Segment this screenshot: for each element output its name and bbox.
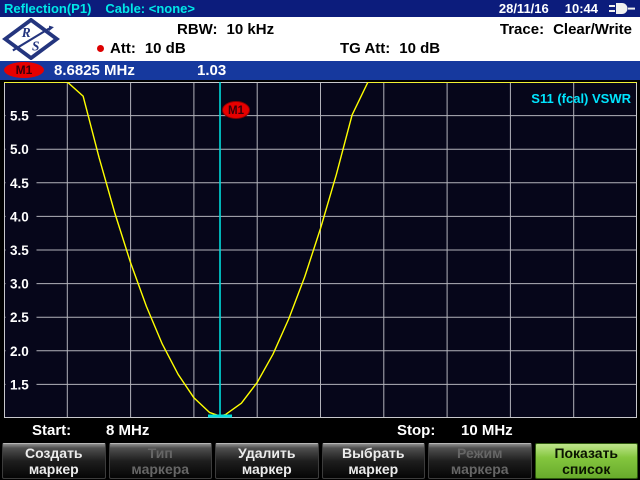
att-value: 10 dB <box>144 40 186 57</box>
rbw-value: 10 kHz <box>226 21 275 38</box>
frequency-range-bar: Start: 8 MHz Stop: 10 MHz <box>0 420 640 443</box>
ytick-label: 5.5 <box>10 109 29 124</box>
ytick-label: 2.5 <box>10 310 29 325</box>
softkey-delete-marker[interactable]: Удалить маркер <box>215 443 319 479</box>
trace-title: S11 (fcal) VSWR <box>531 91 631 106</box>
marker-readout-bar: M1 8.6825 MHz 1.03 <box>0 61 640 80</box>
rohde-schwarz-logo: R S <box>2 18 60 60</box>
settings-header: R S RBW: 10 kHz Trace: Clear/Write Att: … <box>0 17 640 61</box>
ytick-label: 1.5 <box>10 377 29 392</box>
att-status-dot-icon <box>97 45 104 52</box>
stop-label: Stop: <box>397 422 436 439</box>
vswr-chart: M1 5.5 5.0 4.5 4.0 3.5 3.0 2.5 2.0 1.5 S11 (fcal) … <box>4 81 637 418</box>
att-label: Att: <box>110 40 136 57</box>
tg-att-value: 10 dB <box>399 40 441 57</box>
ytick-label: 3.0 <box>10 277 29 292</box>
marker-m1-flag-label: M1 <box>228 105 245 117</box>
ytick-label: 4.5 <box>10 176 29 191</box>
tg-att-readout: TG Att: 10 dB <box>340 40 440 57</box>
marker-m1-badge: M1 <box>4 62 44 78</box>
cable-label: Cable: <none> <box>105 1 195 16</box>
tg-att-label: TG Att: <box>340 40 391 57</box>
ac-power-plug-icon <box>609 3 635 14</box>
ytick-label: 5.0 <box>10 142 29 157</box>
instrument-screen: Reflection(P1) Cable: <none> 28/11/16 10:… <box>0 0 640 480</box>
trace-value: Clear/Write <box>553 21 632 38</box>
rbw-readout: RBW: 10 kHz <box>177 21 274 38</box>
trace-display: M1 5.5 5.0 4.5 4.0 3.5 3.0 2.5 2.0 1.5 S11 (fcal) … <box>4 81 637 418</box>
softkey-show-list[interactable]: Показать список <box>534 443 638 479</box>
softkey-marker-mode: Режим маркера <box>428 443 532 479</box>
start-label: Start: <box>32 422 72 439</box>
svg-text:R: R <box>21 25 31 40</box>
svg-text:S: S <box>32 38 39 53</box>
softkey-select-marker[interactable]: Выбрать маркер <box>321 443 425 479</box>
rbw-label: RBW: <box>177 21 218 38</box>
softkey-new-marker[interactable]: Создать маркер <box>2 443 106 479</box>
time-text: 10:44 <box>564 1 598 16</box>
trace-label: Trace: <box>499 21 545 38</box>
date-text: 28/11/16 <box>498 1 549 16</box>
title-bar: Reflection(P1) Cable: <none> 28/11/16 10:… <box>0 0 640 17</box>
att-readout: Att: 10 dB <box>97 40 186 57</box>
ytick-label: 2.0 <box>10 344 29 359</box>
marker-value-readout: 1.03 <box>197 62 227 79</box>
datetime-area: 28/11/16 10:44 <box>499 1 636 16</box>
marker-frequency-readout: 8.6825 MHz <box>54 62 135 79</box>
trace-readout: Trace: Clear/Write <box>500 21 632 38</box>
softkey-bar: Создать маркер Тип маркера Удалить маркер Выбр… <box>0 443 640 479</box>
ytick-label: 3.5 <box>10 243 29 258</box>
measurement-header: Reflection(P1) Cable: <none> <box>4 1 209 16</box>
start-value: 8 MHz <box>106 422 150 439</box>
measurement-title: Reflection(P1) <box>4 1 92 16</box>
stop-value: 10 MHz <box>461 422 513 439</box>
softkey-marker-type: Тип маркера <box>108 443 212 479</box>
ytick-label: 4.0 <box>10 209 29 224</box>
